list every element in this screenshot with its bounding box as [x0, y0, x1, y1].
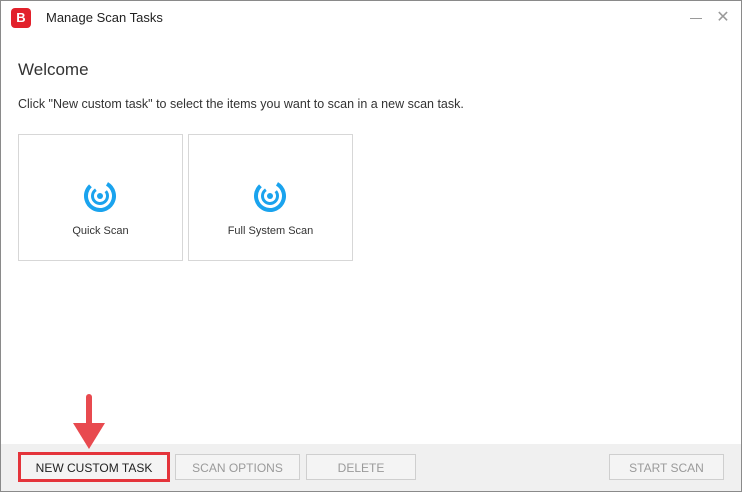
scan-icon — [254, 180, 286, 213]
page-title: Welcome — [18, 60, 89, 79]
manage-scan-tasks-window: B Manage Scan Tasks ✕ Welcome Click "New… — [0, 0, 742, 492]
title-bar: B Manage Scan Tasks ✕ — [1, 1, 741, 35]
start-scan-button[interactable]: START SCAN — [609, 454, 724, 480]
minimize-button[interactable] — [685, 7, 707, 29]
full-system-scan-card[interactable]: Full System Scan — [188, 134, 353, 261]
full-system-scan-label: Full System Scan — [227, 225, 314, 237]
red-arrow-down-icon — [73, 394, 105, 449]
delete-button[interactable]: DELETE — [306, 454, 416, 480]
window-title: Manage Scan Tasks — [46, 10, 163, 25]
scan-options-button[interactable]: SCAN OPTIONS — [175, 454, 300, 480]
app-logo-icon: B — [11, 8, 31, 28]
new-custom-task-button[interactable]: NEW CUSTOM TASK — [18, 452, 170, 482]
quick-scan-label: Quick Scan — [72, 225, 129, 237]
close-icon: ✕ — [716, 9, 730, 26]
quick-scan-card[interactable]: Quick Scan — [18, 134, 183, 261]
close-button[interactable]: ✕ — [712, 7, 734, 29]
scan-icon — [84, 180, 116, 213]
welcome-description: Click "New custom task" to select the it… — [18, 97, 464, 111]
